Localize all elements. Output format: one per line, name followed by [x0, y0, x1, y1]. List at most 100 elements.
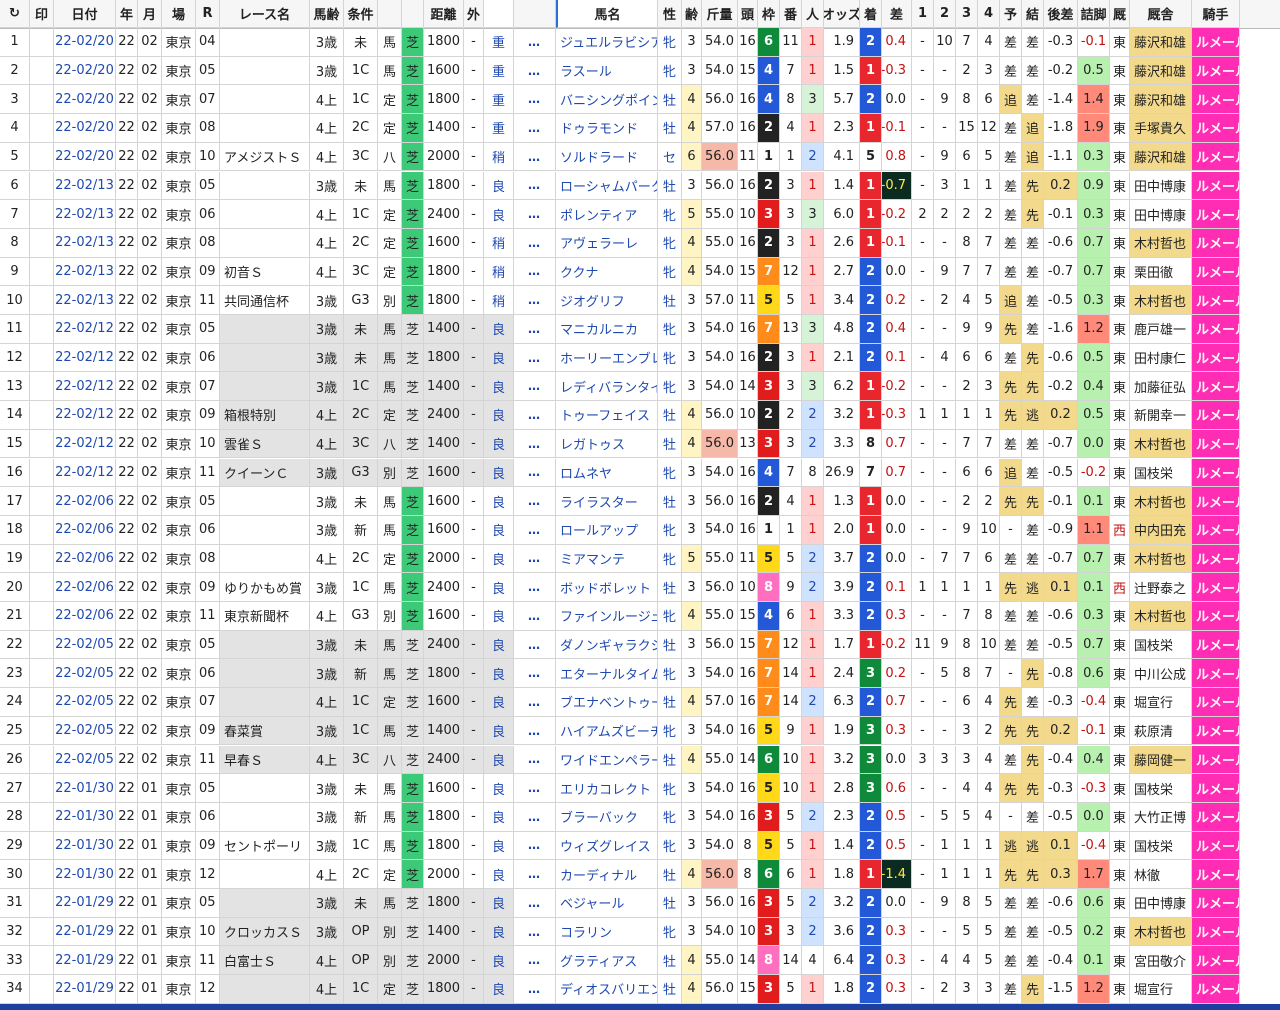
header-pred-style[interactable]: 予: [1000, 0, 1022, 28]
more-cell[interactable]: …: [514, 85, 556, 115]
more-cell[interactable]: …: [514, 315, 556, 344]
more-cell[interactable]: …: [514, 142, 556, 172]
table-row[interactable]: 33 22-01/29 22 01 東京 11 白富士Ｓ 4上 OP 別芝 2000- 良… グラティア…: [0, 946, 1280, 976]
more-cell[interactable]: …: [514, 802, 556, 832]
more-cell[interactable]: …: [514, 56, 556, 86]
horse-name-cell[interactable]: ククナ: [556, 257, 658, 287]
refresh-icon[interactable]: ↻: [9, 6, 20, 21]
header-track-cond[interactable]: [484, 0, 514, 28]
header-corner4[interactable]: 4: [978, 0, 1000, 28]
table-row[interactable]: 1 22-02/20 22 02 東京 04 3歳未馬芝 1800- 重… ジュエルラビシア牝 3 5…: [0, 28, 1280, 57]
horse-name-cell[interactable]: バニシングポイント: [556, 85, 658, 115]
horse-name-cell[interactable]: レガトゥス: [556, 429, 658, 459]
more-cell[interactable]: …: [514, 372, 556, 402]
horse-name-cell[interactable]: レディバランタイン: [556, 372, 658, 402]
table-row[interactable]: 16 22-02/12 22 02 東京 11 クイーンＣ 3歳 G3 別芝 1600- 良… ロムネヤ…: [0, 458, 1280, 488]
table-row[interactable]: 25 22-02/05 22 02 東京 09 春菜賞 3歳 1C 馬芝 1400- 良… ハイアムズビ…: [0, 716, 1280, 746]
header-more[interactable]: [514, 0, 556, 28]
mark-cell[interactable]: [30, 544, 54, 574]
more-cell[interactable]: …: [514, 688, 556, 717]
header-late-diff[interactable]: 後差: [1044, 0, 1078, 28]
header-odds[interactable]: オッズ: [824, 0, 860, 28]
header-corner2[interactable]: 2: [934, 0, 956, 28]
table-row[interactable]: 11 22-02/12 22 02 東京 05 3歳未馬芝 1400- 良… マニカルニカ牝 3 54…: [0, 315, 1280, 344]
mark-cell[interactable]: [30, 257, 54, 287]
header-weight[interactable]: 斤量: [702, 0, 738, 28]
more-cell[interactable]: …: [514, 630, 556, 660]
more-cell[interactable]: …: [514, 946, 556, 976]
horse-name-cell[interactable]: ファインルージュ: [556, 602, 658, 631]
mark-cell[interactable]: [30, 659, 54, 689]
mark-cell[interactable]: [30, 917, 54, 947]
table-row[interactable]: 26 22-02/05 22 02 東京 11 早春Ｓ 4上 3C 八芝 2400- 良… ワイドエンペ…: [0, 745, 1280, 775]
table-row[interactable]: 30 22-01/30 22 01 東京 12 4上 2C 定芝 2000- 良… カーディナル牡 4 5…: [0, 860, 1280, 889]
mark-cell[interactable]: [30, 28, 54, 57]
horse-name-cell[interactable]: ダノンギャラクシー: [556, 630, 658, 660]
table-row[interactable]: 2422-02/052202東京074上1C定芝1600-良…ブエナベントゥーラ…: [0, 688, 1280, 717]
more-cell[interactable]: …: [514, 114, 556, 143]
table-row[interactable]: 9 22-02/13 22 02 東京 09 初音Ｓ 4上 3C 定芝 1800- 稍… ククナ牝 4 54…: [0, 257, 1280, 287]
horse-name-cell[interactable]: マニカルニカ: [556, 315, 658, 344]
table-row[interactable]: 2 22-02/20 22 02 東京 05 3歳 1C 馬芝 1600- 重… ラスール牝 3 54.0…: [0, 56, 1280, 86]
horse-name-cell[interactable]: グラティアス: [556, 946, 658, 976]
horse-name-cell[interactable]: ブラーバック: [556, 802, 658, 832]
header-year[interactable]: 年: [116, 0, 138, 28]
horse-name-cell[interactable]: ローシャムパーク: [556, 171, 658, 201]
more-cell[interactable]: …: [514, 228, 556, 258]
horse-name-cell[interactable]: エリカコレクト: [556, 774, 658, 803]
header-jockey[interactable]: 騎手: [1192, 0, 1240, 28]
header-region[interactable]: 厩: [1110, 0, 1130, 28]
more-cell[interactable]: …: [514, 602, 556, 631]
header-field-size[interactable]: 頭: [738, 0, 758, 28]
table-row[interactable]: 28 22-01/30 22 01 東京 06 3歳新馬芝 1800- 良… ブラーバック牝 3 54…: [0, 802, 1280, 832]
more-cell[interactable]: …: [514, 343, 556, 373]
horse-name-cell[interactable]: ミアマンテ: [556, 544, 658, 574]
header-month[interactable]: 月: [138, 0, 162, 28]
more-cell[interactable]: …: [514, 544, 556, 574]
mark-cell[interactable]: [30, 573, 54, 602]
mark-cell[interactable]: [30, 602, 54, 631]
header-corner1[interactable]: 1: [912, 0, 934, 28]
header-outer[interactable]: 外: [464, 0, 484, 28]
header-gate[interactable]: 枠: [758, 0, 780, 28]
header-race-name[interactable]: レース名: [220, 0, 310, 28]
horse-name-cell[interactable]: ハイアムズビーチ: [556, 716, 658, 746]
mark-cell[interactable]: [30, 515, 54, 545]
horse-name-cell[interactable]: ホーリーエンブレム: [556, 343, 658, 373]
more-cell[interactable]: …: [514, 889, 556, 918]
more-cell[interactable]: …: [514, 745, 556, 775]
mark-cell[interactable]: [30, 716, 54, 746]
header-corner3[interactable]: 3: [956, 0, 978, 28]
horse-name-cell[interactable]: ソルドラード: [556, 142, 658, 172]
header-closing[interactable]: 詰脚: [1078, 0, 1110, 28]
horse-name-cell[interactable]: ジオグリフ: [556, 286, 658, 315]
horse-name-cell[interactable]: カーディナル: [556, 860, 658, 889]
horse-name-cell[interactable]: ベジャール: [556, 889, 658, 918]
horse-name-cell[interactable]: ロムネヤ: [556, 458, 658, 488]
horse-name-cell[interactable]: トゥーフェイス: [556, 401, 658, 430]
table-row[interactable]: 8 22-02/13 22 02 東京 08 4上 2C 定芝 1600- 稍… アヴェラーレ牝 4 55…: [0, 228, 1280, 258]
bottom-scrollbar[interactable]: [0, 1004, 1280, 1010]
table-row[interactable]: 15 22-02/12 22 02 東京 10 雲雀Ｓ 4上 3C 八芝 1400- 良… レガトゥス牡…: [0, 429, 1280, 459]
table-row[interactable]: 27 22-01/30 22 01 東京 05 3歳未馬芝 1600- 良… エリカコレクト牝 3 5…: [0, 774, 1280, 803]
header-finish[interactable]: 着: [860, 0, 882, 28]
mark-cell[interactable]: [30, 688, 54, 717]
horse-name-cell[interactable]: ライラスター: [556, 487, 658, 516]
horse-name-cell[interactable]: ロールアップ: [556, 515, 658, 545]
table-row[interactable]: 1322-02/122202東京073歳1C馬芝1400-良…レディバランタイン…: [0, 372, 1280, 402]
header-surface[interactable]: [402, 0, 424, 28]
mark-cell[interactable]: [30, 458, 54, 488]
mark-cell[interactable]: [30, 774, 54, 803]
header-result-style[interactable]: 結: [1022, 0, 1044, 28]
table-row[interactable]: 5 22-02/20 22 02 東京 10 アメジストＳ 4上 3C 八芝 2000- 稍… ソルドラ…: [0, 142, 1280, 172]
table-row[interactable]: 31 22-01/29 22 01 東京 05 3歳未馬芝 1800- 良… ベジャール牡 3 56.…: [0, 889, 1280, 918]
more-cell[interactable]: …: [514, 171, 556, 201]
mark-cell[interactable]: [30, 487, 54, 516]
header-row-number[interactable]: ↻: [0, 0, 30, 28]
horse-name-cell[interactable]: ジュエルラビシア: [556, 28, 658, 57]
table-row[interactable]: 21 22-02/06 22 02 東京 11 東京新聞杯 4上 G3 別芝 1600- 良… ファイン…: [0, 602, 1280, 631]
mark-cell[interactable]: [30, 286, 54, 315]
horse-name-cell[interactable]: ワイドエンペラー: [556, 745, 658, 775]
table-row[interactable]: 14 22-02/12 22 02 東京 09 箱根特別 4上 2C 定芝 2400- 良… トゥーフェ…: [0, 401, 1280, 430]
more-cell[interactable]: …: [514, 917, 556, 947]
